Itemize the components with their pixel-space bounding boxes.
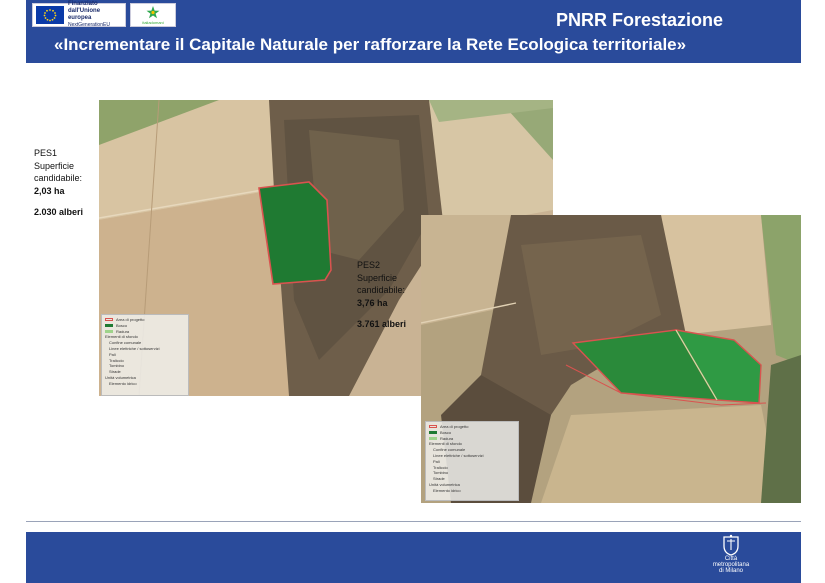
pes2-summary: PES2 Superficie candidabile: 3,76 ha 3.7… bbox=[357, 259, 419, 331]
page-subtitle: «Incrementare il Capitale Naturale per r… bbox=[54, 35, 687, 54]
pes1-summary: PES1 Superficie candidabile: 2,03 ha 2.0… bbox=[34, 147, 96, 219]
map-legend: Area di progetto Bosco Radura Elementi d… bbox=[425, 421, 519, 501]
clearing-swatch bbox=[429, 436, 437, 440]
eu-flag-icon bbox=[36, 6, 64, 24]
header-banner: Finanziato dall'Unione europea NextGener… bbox=[26, 0, 801, 63]
pes2-label: Superficie candidabile: bbox=[357, 272, 406, 296]
pes1-area: 2,03 ha bbox=[34, 185, 65, 196]
pes1-label: Superficie candidabile: bbox=[34, 160, 83, 184]
pes2-area: 3,76 ha bbox=[357, 297, 388, 308]
italiadomani-logo: italiadomani bbox=[130, 3, 176, 27]
footer-banner: Città metropolitana di Milano bbox=[26, 532, 801, 583]
eu-logo-line3: NextGenerationEU bbox=[67, 22, 110, 28]
italiadomani-tag: italiadomani bbox=[142, 19, 164, 25]
citta-metropolitana-logo: Città metropolitana di Milano bbox=[702, 534, 760, 582]
pes2-trees: 3.761 alberi bbox=[357, 319, 407, 329]
star-icon bbox=[146, 5, 160, 18]
crest-icon bbox=[723, 534, 739, 556]
forest-swatch bbox=[429, 431, 437, 435]
footer-divider bbox=[26, 521, 801, 522]
legend-item: Elemento idrico bbox=[109, 380, 137, 386]
page-title: PNRR Forestazione bbox=[555, 10, 723, 30]
eu-logo: Finanziato dall'Unione europea NextGener… bbox=[32, 1, 126, 28]
legend-item: Elemento idrico bbox=[433, 487, 461, 493]
eu-logo-line1: Finanziato bbox=[67, 1, 98, 7]
map-pes2: Area di progetto Bosco Radura Elementi d… bbox=[421, 215, 801, 503]
clearing-swatch bbox=[105, 329, 113, 333]
pes1-name: PES1 bbox=[34, 148, 58, 158]
eu-logo-line2: dall'Unione europea bbox=[67, 8, 101, 21]
pes1-trees: 2.030 alberi bbox=[34, 207, 84, 217]
project-area-swatch bbox=[429, 425, 437, 429]
forest-swatch bbox=[105, 324, 113, 328]
logo-line3: di Milano bbox=[718, 568, 743, 574]
pes2-name: PES2 bbox=[357, 260, 381, 270]
project-area-swatch bbox=[105, 318, 113, 322]
map-legend: Area di progetto Bosco Radura Elementi d… bbox=[101, 314, 189, 396]
